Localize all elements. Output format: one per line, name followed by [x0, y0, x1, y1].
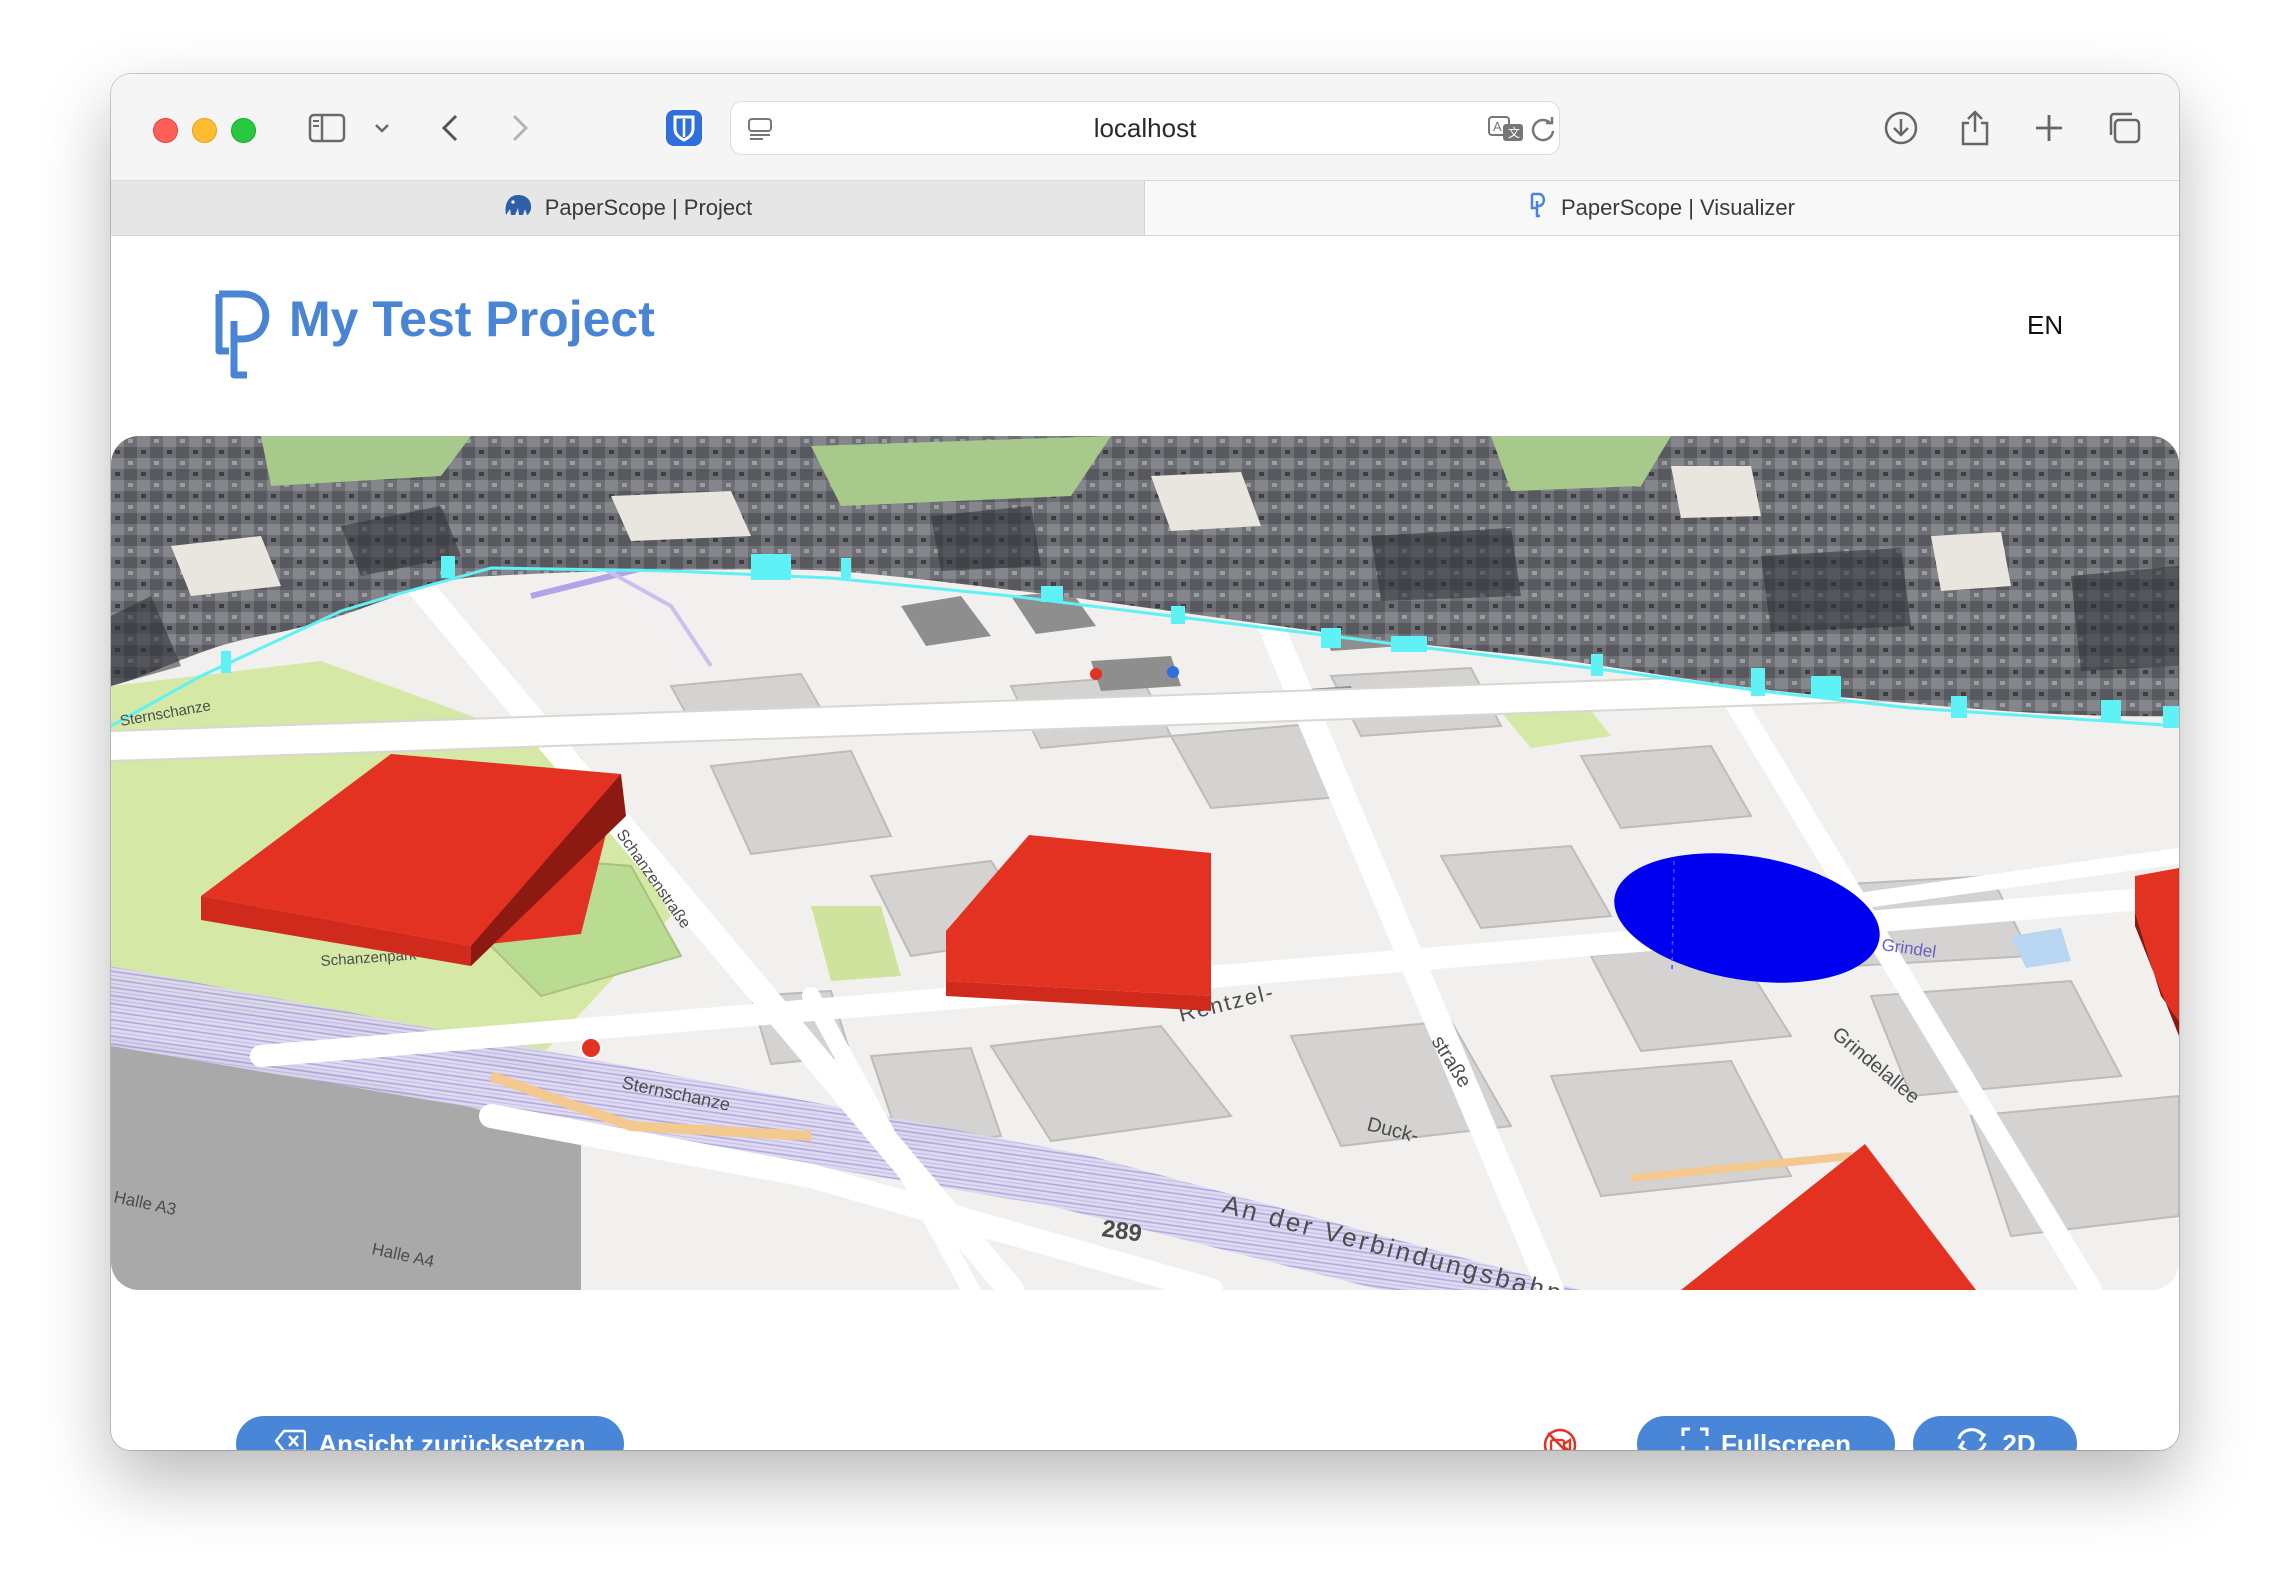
sidebar-toggle-icon[interactable]	[307, 102, 347, 154]
app-header: My Test Project EN	[111, 236, 2179, 436]
svg-text:A: A	[1493, 119, 1502, 134]
close-window-button[interactable]	[153, 118, 178, 143]
back-arrow-icon[interactable]	[437, 102, 463, 154]
tab-bar: PaperScope | Project PaperScope | Visual…	[111, 180, 2179, 236]
new-tab-plus-icon[interactable]	[2031, 102, 2067, 154]
no-camera-icon[interactable]	[1541, 1426, 1579, 1450]
map-controls-bar: Ansicht zurücksetzen Fullscreen 2D	[111, 1290, 2179, 1450]
toggle-2d-button[interactable]: 2D	[1913, 1416, 2077, 1450]
paperscope-icon	[1529, 191, 1549, 225]
fullscreen-icon	[1681, 1427, 1709, 1450]
address-bar[interactable]: localhost A文	[730, 101, 1560, 155]
project-title: My Test Project	[289, 291, 655, 347]
language-switcher[interactable]: EN	[2027, 310, 2063, 341]
backspace-icon	[274, 1429, 307, 1450]
map-3d-viewport[interactable]: Sternschanze An der Verbindungsbahn Rent…	[111, 436, 2179, 1290]
fullscreen-button[interactable]: Fullscreen	[1637, 1416, 1895, 1450]
browser-window: localhost A文 PaperScope | Project PaperS…	[111, 74, 2179, 1450]
zoom-window-button[interactable]	[231, 118, 256, 143]
minimize-window-button[interactable]	[192, 118, 217, 143]
tab-project[interactable]: PaperScope | Project	[111, 181, 1145, 235]
url-text: localhost	[1093, 113, 1197, 143]
elephant-icon	[503, 191, 533, 225]
share-icon[interactable]	[1957, 102, 1993, 154]
tab-visualizer[interactable]: PaperScope | Visualizer	[1145, 181, 2179, 235]
svg-text:文: 文	[1508, 125, 1520, 140]
rotate-icon	[1954, 1426, 1990, 1450]
bitwarden-extension-icon[interactable]	[664, 102, 704, 154]
browser-toolbar: localhost A文	[111, 74, 2179, 180]
forward-arrow-icon[interactable]	[507, 102, 533, 154]
paperscope-logo-icon	[214, 289, 276, 386]
tab-overview-icon[interactable]	[2104, 102, 2144, 154]
downloads-icon[interactable]	[1881, 102, 1921, 154]
reset-view-button[interactable]: Ansicht zurücksetzen	[236, 1416, 624, 1450]
chevron-down-icon[interactable]	[371, 102, 393, 154]
map-label-route: 289	[1100, 1215, 1143, 1247]
translate-icon[interactable]: A文	[1487, 115, 1527, 148]
reload-icon[interactable]	[1529, 115, 1557, 148]
